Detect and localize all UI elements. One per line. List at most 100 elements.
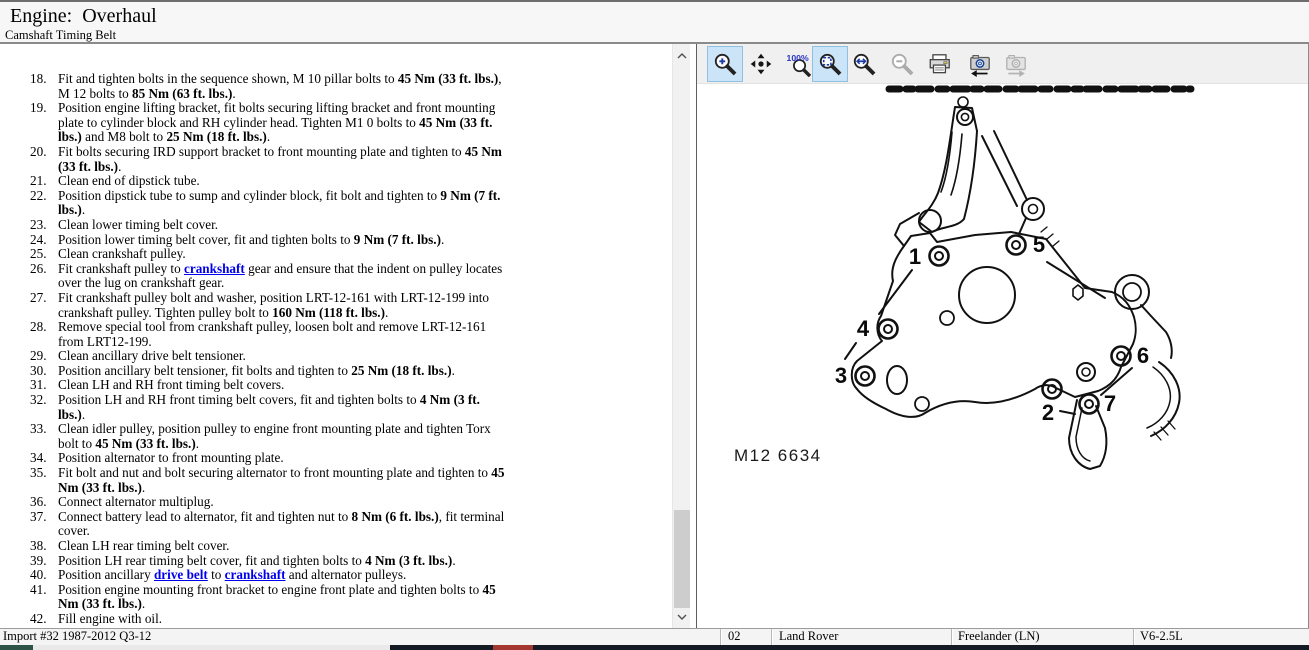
- step-number: 40.: [30, 568, 54, 583]
- instructions-panel[interactable]: 18.Fit and tighten bolts in the sequence…: [0, 44, 672, 628]
- torque-value: 85 Nm (63 ft. lbs.): [132, 86, 232, 101]
- step-text: Position lower timing belt cover, fit an…: [58, 233, 510, 248]
- scrollbar-thumb[interactable]: [674, 510, 690, 610]
- step-number: 32.: [30, 393, 54, 422]
- bolt-callouts: 1234567: [835, 232, 1149, 425]
- crankshaft-link[interactable]: crankshaft: [184, 261, 245, 276]
- instruction-step: 41.Position engine mounting front bracke…: [30, 583, 516, 612]
- bolt-7: [1080, 395, 1099, 414]
- instruction-step: 18.Fit and tighten bolts in the sequence…: [30, 72, 516, 101]
- step-text: Clean idler pulley, position pulley to e…: [58, 422, 510, 451]
- step-number: 22.: [30, 189, 54, 218]
- step-number: 35.: [30, 466, 54, 495]
- diagram-lifting-bracket: [895, 97, 1059, 246]
- callout-number-7: 7: [1104, 391, 1116, 416]
- step-text: Clean LH rear timing belt cover.: [58, 539, 510, 554]
- zoom-width-icon: [851, 51, 877, 77]
- figure-label: M12 6634: [734, 446, 822, 465]
- callout-leader-line: [845, 343, 856, 359]
- step-text: Connect alternator multiplug.: [58, 495, 510, 510]
- torque-value: 25 Nm (18 ft. lbs.): [166, 129, 266, 144]
- status-field: Freelander (LN): [958, 629, 1040, 644]
- step-text: Clean ancillary drive belt tensioner.: [58, 349, 510, 364]
- instruction-step: 23.Clean lower timing belt cover.: [30, 218, 516, 233]
- taskbar-segment-red: [493, 645, 533, 650]
- pan-button[interactable]: [743, 46, 779, 82]
- step-text: Fill engine with oil.: [58, 612, 510, 627]
- image-toolbar: 100%: [697, 44, 1308, 84]
- image-viewer-panel: 100%: [696, 44, 1309, 628]
- torque-value: 25 Nm (18 ft. lbs.): [351, 363, 451, 378]
- prev-image-button[interactable]: [962, 46, 998, 82]
- diagram-plate-outline: [852, 232, 1136, 417]
- step-number: 26.: [30, 262, 54, 291]
- instruction-step: 31. Clean LH and RH front timing belt cov…: [30, 378, 516, 393]
- step-text: Fit bolts securing IRD support bracket t…: [58, 145, 510, 174]
- instruction-step: 33.Clean idler pulley, position pulley t…: [30, 422, 516, 451]
- zoom-out-button: [884, 46, 920, 82]
- step-number: 34.: [30, 451, 54, 466]
- callout-number-4: 4: [857, 316, 870, 341]
- torque-value: 160 Nm (118 ft. lbs.): [272, 305, 385, 320]
- instruction-step: 34. Position alternator to front mounting…: [30, 451, 516, 466]
- callout-number-6: 6: [1137, 343, 1149, 368]
- torque-value: 8 Nm (6 ft. lbs.): [352, 509, 439, 524]
- step-text: Clean end of dipstick tube.: [58, 174, 510, 189]
- bolt-3: [856, 367, 875, 386]
- step-text: Clean LH and RH front timing belt covers…: [58, 378, 510, 393]
- step-text: Position LH rear timing belt cover, fit …: [58, 554, 510, 569]
- instruction-step: 35.Fit bolt and nut and bolt securing al…: [30, 466, 516, 495]
- step-text: Fit and tighten bolts in the sequence sh…: [58, 72, 510, 101]
- step-text: Position engine mounting front bracket t…: [58, 583, 510, 612]
- zoom-width-button[interactable]: [846, 46, 882, 82]
- step-text: Remove special tool from crankshaft pull…: [58, 320, 510, 349]
- pan-icon: [748, 51, 774, 77]
- torque-value: 4 Nm (3 ft. lbs.): [365, 553, 452, 568]
- instruction-step: 25.Clean crankshaft pulley.: [30, 247, 516, 262]
- step-number: 31.: [30, 378, 54, 393]
- image-viewport[interactable]: 1234567 M12 6634: [697, 84, 1308, 627]
- status-field: Land Rover: [779, 629, 838, 644]
- next-image-button: [998, 46, 1034, 82]
- instruction-step: 21. Clean end of dipstick tube.: [30, 174, 516, 189]
- step-number: 36.: [30, 495, 54, 510]
- zoom-fit-button[interactable]: [812, 46, 848, 82]
- callout-number-5: 5: [1033, 232, 1045, 257]
- step-number: 21.: [30, 174, 54, 189]
- step-text: Fit bolt and nut and bolt securing alter…: [58, 466, 510, 495]
- instruction-step: 29.Clean ancillary drive belt tensioner.: [30, 349, 516, 364]
- instruction-step: 39. Position LH rear timing belt cover, f…: [30, 554, 516, 569]
- next-image-icon: [1003, 51, 1029, 77]
- instruction-step: 40.Position ancillary drive belt to cran…: [30, 568, 516, 583]
- zoom-in-button[interactable]: [707, 46, 743, 82]
- instruction-step: 26.Fit crankshaft pulley to crankshaft g…: [30, 262, 516, 291]
- status-document: Import #32 1987-2012 Q3-12: [3, 629, 151, 644]
- drive-belt-link[interactable]: drive belt: [154, 567, 208, 582]
- callout-number-1: 1: [909, 244, 921, 269]
- status-bar: Import #32 1987-2012 Q3-12 02Land RoverF…: [0, 628, 1309, 645]
- step-number: 41.: [30, 583, 54, 612]
- instruction-step: 24.Position lower timing belt cover, fit…: [30, 233, 516, 248]
- instruction-steps-list: 18.Fit and tighten bolts in the sequence…: [30, 72, 516, 627]
- step-number: 23.: [30, 218, 54, 233]
- instruction-step: 42. Fill engine with oil.: [30, 612, 516, 627]
- step-text: Position dipstick tube to sump and cylin…: [58, 189, 510, 218]
- svg-text:100%: 100%: [787, 53, 809, 63]
- step-number: 18.: [30, 72, 54, 101]
- scroll-up-arrow-icon[interactable]: [673, 47, 691, 64]
- vertical-scrollbar[interactable]: [672, 44, 690, 628]
- step-number: 39.: [30, 554, 54, 569]
- status-field: V6-2.5L: [1140, 629, 1183, 644]
- step-number: 42.: [30, 612, 54, 627]
- instruction-step: 30.Position ancillary belt tensioner, fi…: [30, 364, 516, 379]
- step-text: Position LH and RH front timing belt cov…: [58, 393, 510, 422]
- crankshaft-link[interactable]: crankshaft: [225, 567, 286, 582]
- step-text: Position engine lifting bracket, fit bol…: [58, 101, 510, 145]
- scroll-down-arrow-icon[interactable]: [673, 608, 691, 625]
- print-button[interactable]: [922, 46, 958, 82]
- step-text: Position alternator to front mounting pl…: [58, 451, 510, 466]
- status-divider: [771, 629, 773, 645]
- taskbar-sliver: [0, 645, 1309, 650]
- instruction-step: 27.Fit crankshaft pulley bolt and washer…: [30, 291, 516, 320]
- step-text: Position ancillary belt tensioner, fit b…: [58, 364, 510, 379]
